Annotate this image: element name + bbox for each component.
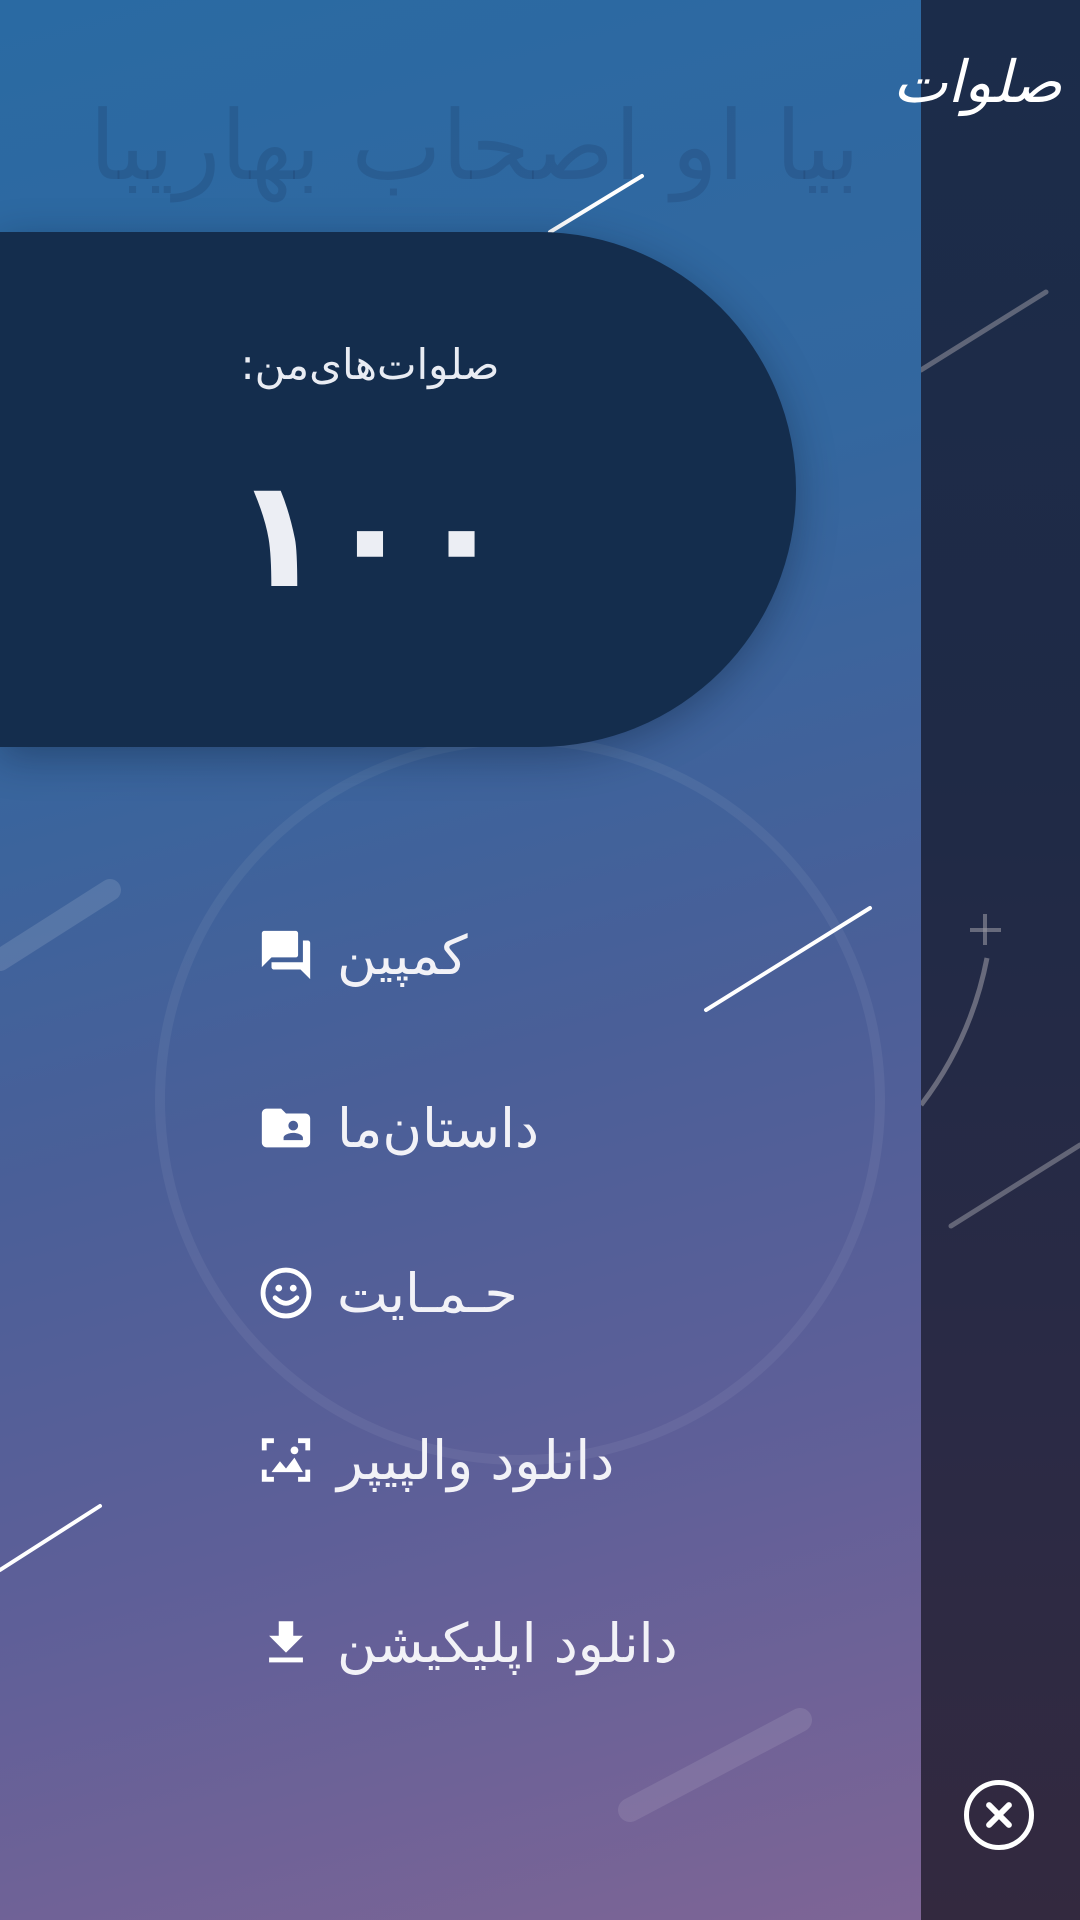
menu-item-label: دانلود اپلیکیشن bbox=[337, 1611, 678, 1675]
menu-item-label: دانلود والپیپر bbox=[337, 1428, 615, 1492]
menu-item-our-story[interactable]: داستان‌ما bbox=[255, 1078, 539, 1178]
side-decoration bbox=[921, 289, 1080, 1229]
close-icon bbox=[982, 1798, 1016, 1832]
smiley-icon bbox=[255, 1262, 317, 1324]
download-icon bbox=[255, 1612, 317, 1674]
menu-item-label: کمپین bbox=[337, 923, 468, 987]
folder-user-icon bbox=[255, 1097, 317, 1159]
my-salawat-label: صلوات‌های‌من: bbox=[240, 340, 500, 389]
menu-item-campaign[interactable]: کمپین bbox=[255, 905, 468, 1005]
forum-icon bbox=[255, 924, 317, 986]
menu-item-label: داستان‌ما bbox=[337, 1096, 540, 1160]
close-menu-button[interactable] bbox=[964, 1780, 1034, 1850]
menu-item-download-wallpaper[interactable]: دانلود والپیپر bbox=[255, 1410, 614, 1510]
menu-item-download-app[interactable]: دانلود اپلیکیشن bbox=[255, 1593, 678, 1693]
menu-item-label: حـمـایت bbox=[337, 1261, 518, 1325]
wallpaper-icon bbox=[255, 1429, 317, 1491]
menu-item-support[interactable]: حـمـایت bbox=[255, 1243, 518, 1343]
my-salawat-count: ۱۰۰ bbox=[232, 448, 508, 622]
menu-panel: بیا او اصحاب بهاریبا صلوات‌های‌من: ۱۰۰ bbox=[0, 0, 921, 1920]
app-logo[interactable]: صلوات bbox=[893, 32, 1062, 132]
app-screen: بیا او اصحاب بهاریبا صلوات‌های‌من: ۱۰۰ bbox=[0, 0, 1080, 1920]
side-strip bbox=[921, 0, 1080, 1920]
